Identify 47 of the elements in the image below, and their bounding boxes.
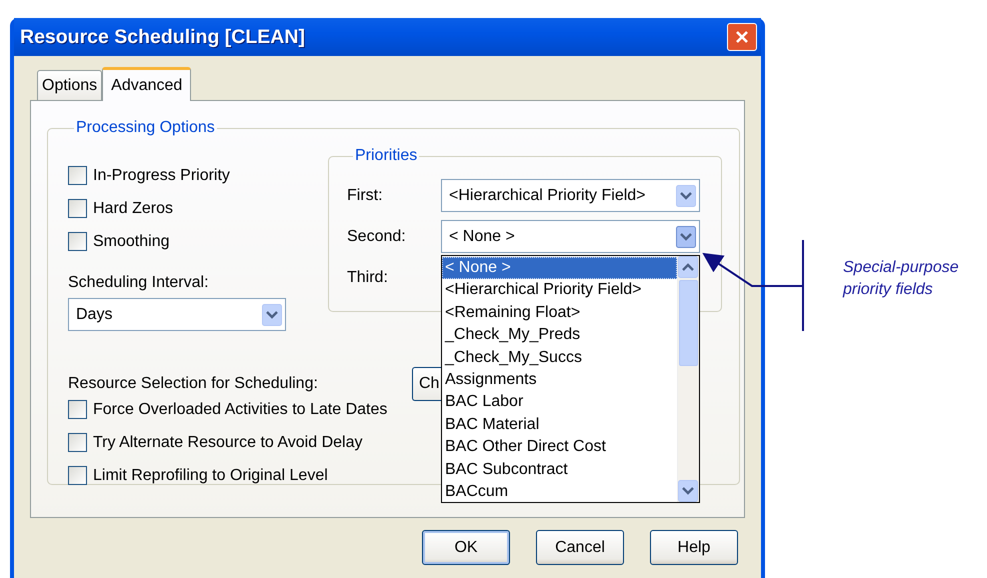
scroll-down-icon[interactable] bbox=[678, 480, 698, 502]
choose-button[interactable]: Ch bbox=[412, 367, 441, 401]
scrollbar[interactable] bbox=[677, 256, 699, 502]
dropdown-field[interactable]: Days bbox=[68, 298, 286, 331]
checkbox[interactable] bbox=[68, 400, 87, 419]
checkbox-label: Hard Zeros bbox=[93, 200, 174, 218]
list-item[interactable]: BAC Subcontract bbox=[442, 458, 677, 481]
list-item[interactable]: <Hierarchical Priority Field> bbox=[442, 279, 677, 302]
list-item[interactable]: BAC Material bbox=[442, 414, 677, 436]
field-label: Second: bbox=[347, 228, 407, 246]
close-button[interactable] bbox=[727, 23, 757, 51]
scroll-up-icon[interactable] bbox=[678, 256, 698, 278]
list-item[interactable]: BAC Labor bbox=[442, 391, 677, 414]
list-item[interactable]: <Remaining Float> bbox=[442, 302, 677, 324]
dropdown-field[interactable]: < None > bbox=[441, 220, 700, 253]
field-label: First: bbox=[347, 186, 384, 204]
checkbox-label: Try Alternate Resource to Avoid Delay bbox=[93, 434, 362, 452]
close-icon[interactable] bbox=[735, 30, 749, 44]
list-item[interactable]: < None > bbox=[442, 257, 677, 280]
list-item[interactable]: BAC Other Direct Cost bbox=[442, 436, 677, 459]
dialog-button[interactable]: Help bbox=[650, 530, 738, 565]
list-item[interactable]: BACcum bbox=[442, 480, 677, 502]
checkbox[interactable] bbox=[68, 232, 87, 251]
checkbox-label: Limit Reprofiling to Original Level bbox=[93, 466, 328, 484]
window-title: Resource Scheduling [CLEAN] bbox=[20, 26, 305, 48]
field-label: Resource Selection for Scheduling: bbox=[68, 375, 319, 393]
group-title: Processing Options bbox=[75, 119, 216, 137]
list-item[interactable]: Assignments bbox=[442, 368, 677, 392]
checkbox[interactable] bbox=[68, 166, 87, 185]
scroll-thumb[interactable] bbox=[679, 280, 698, 366]
checkbox-label: Force Overloaded Activities to Late Dates bbox=[93, 400, 388, 418]
checkbox[interactable] bbox=[68, 466, 87, 485]
tab[interactable]: Options bbox=[37, 70, 102, 100]
tab[interactable]: Advanced bbox=[102, 67, 192, 101]
checkbox-label: Smoothing bbox=[93, 232, 170, 250]
dialog-button[interactable]: OK bbox=[422, 530, 510, 565]
field-label: Scheduling Interval: bbox=[68, 274, 210, 293]
list-item[interactable]: _Check_My_Succs bbox=[442, 346, 677, 369]
checkbox[interactable] bbox=[68, 433, 87, 452]
list-item[interactable]: _Check_My_Preds bbox=[442, 324, 677, 347]
dropdown-field[interactable]: <Hierarchical Priority Field> bbox=[441, 179, 700, 212]
checkbox[interactable] bbox=[68, 199, 87, 218]
dialog-button[interactable]: Cancel bbox=[536, 530, 624, 565]
checkbox-label: In-Progress Priority bbox=[93, 166, 230, 184]
field-label: Third: bbox=[347, 268, 389, 286]
callout-text: Special-purpose priority fields bbox=[842, 258, 960, 300]
group-title: Priorities bbox=[354, 147, 418, 165]
